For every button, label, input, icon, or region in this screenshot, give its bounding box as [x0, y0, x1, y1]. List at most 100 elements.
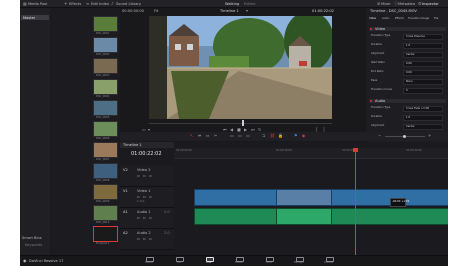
marker-icon[interactable]: ◆: [302, 134, 305, 138]
zoom-slider-handle[interactable]: [403, 135, 406, 138]
solo-icon[interactable]: ▫: [143, 237, 146, 241]
property-field[interactable]: 0.00: [403, 61, 443, 67]
keywords-bin[interactable]: Keywords: [25, 243, 42, 247]
clip-thumbnail[interactable]: [93, 163, 118, 179]
page-button-label: Deliver: [324, 261, 334, 264]
auto-select-icon[interactable]: ▫: [143, 174, 146, 178]
overwrite-clip-icon[interactable]: ▭: [238, 134, 242, 138]
property-field[interactable]: None: [403, 79, 443, 85]
track-level: 2.0: [164, 231, 170, 235]
insert-clip-icon[interactable]: ▭: [230, 134, 234, 138]
track-header-v1[interactable]: V1 Video 1 1 Clip ▫ ▫ ▫: [120, 187, 174, 208]
inspector-tab[interactable]: Video: [369, 17, 376, 21]
page-button-color[interactable]: Color: [258, 257, 280, 265]
track-level: 2.0: [164, 210, 170, 214]
selection-tool-icon[interactable]: ↖: [190, 134, 193, 138]
inspector-tab[interactable]: Effects: [395, 17, 404, 21]
page-button-deliver[interactable]: Deliver: [318, 257, 340, 265]
viewer-playhead[interactable]: [242, 120, 244, 126]
property-field[interactable]: Center: [403, 124, 443, 130]
property-label: Alignment: [371, 124, 385, 127]
solo-icon[interactable]: ▫: [143, 216, 146, 220]
clip-thumbnail[interactable]: [93, 205, 118, 221]
clip-thumbnail[interactable]: [93, 226, 118, 242]
page-button-edit[interactable]: Edit: [198, 257, 220, 265]
inspector-tab[interactable]: Transition: [408, 17, 421, 21]
clip-thumbnail[interactable]: [93, 184, 118, 200]
property-field[interactable]: 0.00: [403, 70, 443, 76]
clip-name: DSC_0007: [96, 158, 110, 161]
auto-select-icon[interactable]: ▫: [143, 195, 146, 199]
page-button-fairlight[interactable]: Fairlight: [288, 257, 310, 265]
viewer-timeline-name[interactable]: Timeline 1: [220, 9, 239, 13]
clip-thumbnail[interactable]: [93, 58, 118, 74]
audio-clip-selected[interactable]: [276, 208, 332, 225]
viewer-scrubber[interactable]: [149, 123, 332, 124]
property-field[interactable]: 0: [403, 88, 443, 94]
mute-icon[interactable]: ▫: [149, 216, 152, 220]
clip-thumbnail[interactable]: [93, 142, 118, 158]
inspector-tab[interactable]: Audio: [382, 17, 389, 21]
property-field[interactable]: Cross Dissolve: [403, 34, 443, 40]
clip-name: DSC_0004: [96, 95, 110, 98]
timeline-playhead[interactable]: [355, 148, 356, 255]
clip-thumbnail[interactable]: [93, 79, 118, 95]
eye-icon[interactable]: ▫: [149, 195, 152, 199]
lock-icon[interactable]: ▫: [137, 174, 140, 178]
lock-icon[interactable]: ▫: [137, 195, 140, 199]
timeline-ruler[interactable]: 01:00:00:00 01:00:16:00 01:00:24:00 01:0…: [174, 148, 448, 159]
video-clip[interactable]: [194, 189, 277, 206]
replace-clip-icon[interactable]: ▭: [246, 134, 250, 138]
clip-thumbnail[interactable]: [93, 16, 118, 32]
blade-tool-icon[interactable]: ✂: [214, 134, 217, 138]
inspector-tab[interactable]: File: [434, 17, 438, 21]
page-button-media[interactable]: Media: [138, 257, 160, 265]
master-bin[interactable]: Master: [21, 15, 49, 20]
track-header-a2[interactable]: A2 Audio 2 2.0 ▫ ▫ ▫: [120, 229, 174, 250]
chevron-down-icon[interactable]: ▾: [246, 9, 248, 13]
page-button-cut[interactable]: Cut: [168, 257, 190, 265]
media-pool-button[interactable]: Media Pool: [28, 2, 47, 6]
flag-icon[interactable]: ⚑: [294, 134, 298, 138]
effects-button[interactable]: Effects: [69, 2, 81, 6]
linked-selection-icon[interactable]: ⛓: [270, 134, 275, 138]
lock-icon[interactable]: ▫: [137, 216, 140, 220]
zoom-in-icon[interactable]: +: [428, 134, 431, 138]
property-field[interactable]: Cross Fade +3 dB: [403, 106, 443, 112]
inspector-tab[interactable]: Image: [421, 17, 429, 21]
trim-tool-icon[interactable]: ⇹: [198, 134, 201, 138]
metadata-button[interactable]: Metadata: [398, 2, 415, 6]
mute-icon[interactable]: ▫: [149, 237, 152, 241]
sound-library-button[interactable]: Sound Library: [116, 2, 141, 6]
video-clip-selected[interactable]: [276, 189, 332, 206]
video-section-header[interactable]: Video: [369, 27, 446, 31]
edit-index-button[interactable]: Edit Index: [91, 2, 109, 6]
property-field[interactable]: 1.0: [403, 115, 443, 121]
trim-tooltip: -00:00 +1:09: [390, 198, 409, 207]
audio-clip[interactable]: [194, 208, 277, 225]
clip-thumbnail[interactable]: [93, 37, 118, 53]
viewer-zoom[interactable]: Fit: [154, 9, 158, 13]
inspector-button[interactable]: Inspector: [422, 2, 439, 6]
property-field[interactable]: Center: [403, 52, 443, 58]
timeline-tab[interactable]: Timeline 1: [120, 142, 174, 148]
track-header-a1[interactable]: A1 Audio 1 2.0 ▫ ▫ ▫: [120, 208, 174, 229]
track-name: Video 2: [137, 168, 151, 172]
track-header-v2[interactable]: V2 Video 2 ▫ ▫ ▫: [120, 166, 174, 187]
position-lock-icon[interactable]: 🔒: [278, 134, 283, 138]
snapping-icon[interactable]: ⊐: [262, 134, 265, 138]
audio-section-header[interactable]: Audio: [369, 99, 446, 103]
property-field[interactable]: 1.0: [403, 43, 443, 49]
playhead-handle[interactable]: [353, 148, 358, 152]
property-label: Start Ratio: [371, 61, 385, 64]
dynamic-trim-icon[interactable]: ⇔: [206, 134, 209, 138]
audio-clip[interactable]: [331, 208, 448, 225]
zoom-out-icon[interactable]: −: [378, 134, 381, 138]
clip-thumbnail[interactable]: [93, 121, 118, 137]
clip-thumbnail[interactable]: [93, 100, 118, 116]
lock-icon[interactable]: ▫: [137, 237, 140, 241]
track-name: Audio 1: [137, 210, 151, 214]
page-button-fusion[interactable]: Fusion: [228, 257, 250, 265]
eye-icon[interactable]: ▫: [149, 174, 152, 178]
mixer-button[interactable]: Mixer: [381, 2, 391, 6]
